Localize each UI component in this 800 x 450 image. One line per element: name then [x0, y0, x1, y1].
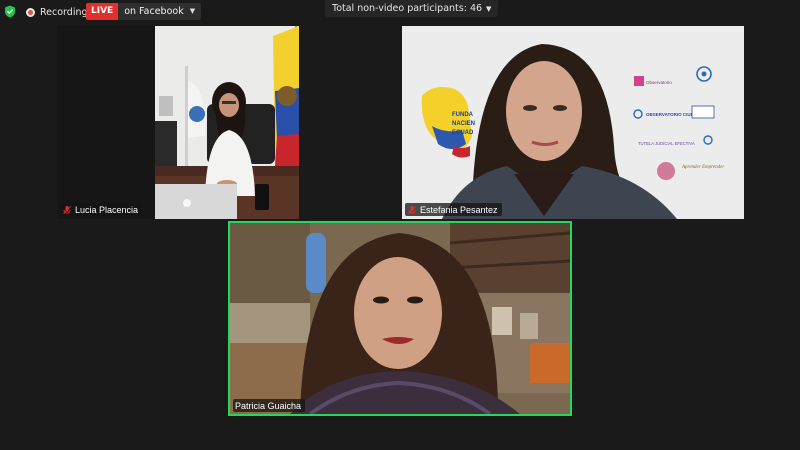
participants-count-label: Total non-video participants: 46 [332, 3, 483, 14]
non-video-participants-button[interactable]: Total non-video participants: 46 ▼ [325, 0, 499, 17]
backdrop-text-3: ECUAD [452, 130, 474, 136]
meeting-window: Recording LIVE on Facebook ▼ Total non-v… [0, 0, 800, 450]
backdrop-logo-4: Aprender Emprender [681, 165, 724, 170]
chevron-down-icon: ▼ [486, 4, 492, 13]
video-tile-patricia-guaicha[interactable]: Patricia Guaicha [228, 221, 572, 416]
live-stream-menu[interactable]: LIVE on Facebook ▼ [86, 3, 202, 20]
backdrop-text-2: NACIEN [452, 121, 475, 127]
mic-muted-icon [63, 205, 71, 214]
recording-indicator[interactable]: Recording [26, 5, 88, 19]
participant-name-label: Estefania Pesantez [405, 203, 502, 216]
participant-name-label: Lucia Placencia [60, 203, 143, 216]
live-destination-label: on Facebook [124, 6, 184, 17]
backdrop-logo-1: Observatorio [646, 80, 672, 85]
backdrop-logo-3: TUTELA JUDICIAL EFECTIVA [638, 141, 695, 146]
recording-icon [26, 7, 35, 17]
video-feed-patricia [230, 223, 570, 414]
participant-name: Patricia Guaicha [235, 400, 302, 411]
chevron-down-icon[interactable]: ▼ [188, 3, 201, 20]
participant-name: Estefania Pesantez [420, 204, 498, 215]
participant-name-label: Patricia Guaicha [233, 399, 306, 412]
video-feed-estefania: FUNDA NACIEN ECUAD Observatorio OBSERVAT… [402, 26, 744, 219]
mic-muted-icon [408, 205, 416, 214]
live-badge: LIVE [86, 3, 119, 20]
shield-icon[interactable] [4, 5, 16, 18]
backdrop-text-1: FUNDA [452, 112, 474, 118]
video-feed-lucia [57, 26, 299, 219]
participant-name: Lucia Placencia [75, 204, 139, 215]
video-tile-estefania-pesantez[interactable]: FUNDA NACIEN ECUAD Observatorio OBSERVAT… [402, 26, 744, 219]
recording-label: Recording [40, 6, 88, 18]
video-tile-lucia-placencia[interactable]: Lucia Placencia [57, 26, 299, 219]
